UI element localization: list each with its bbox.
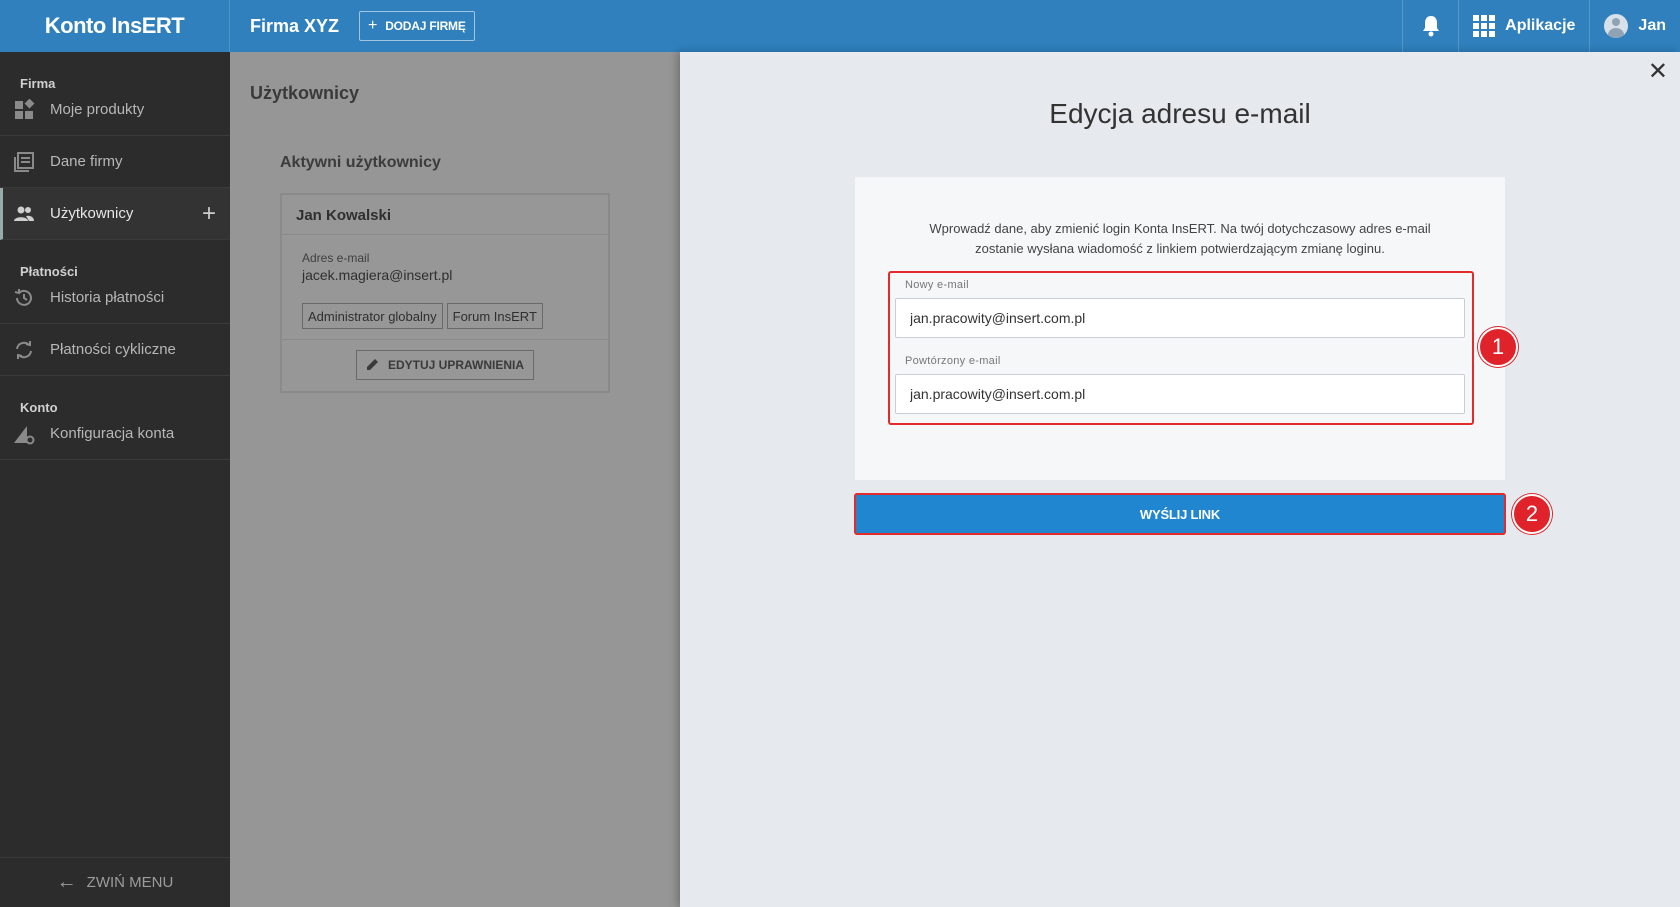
bell-icon — [1422, 16, 1439, 37]
description-line-2: zostanie wysłana wiadomość z linkiem pot… — [975, 241, 1385, 256]
add-company-button[interactable]: + DODAJ FIRMĘ — [359, 11, 475, 41]
add-user-icon[interactable]: + — [202, 200, 216, 228]
plus-icon: + — [368, 17, 378, 34]
step-badge-1: 1 — [1478, 327, 1518, 367]
collapse-menu-label: ZWIŃ MENU — [86, 874, 174, 891]
description-line-1: Wprowadź dane, aby zmienić login Konta I… — [929, 221, 1431, 236]
users-icon — [12, 202, 36, 226]
section-title: Aktywni użytkownicy — [280, 154, 441, 171]
recurring-icon — [12, 338, 36, 362]
new-email-label: Nowy e-mail — [905, 279, 969, 291]
sidebar-section-platnosci: Płatności — [20, 264, 78, 279]
sidebar-item-label: Historia płatności — [50, 289, 165, 306]
pencil-icon — [366, 357, 380, 374]
page-title: Użytkownicy — [250, 83, 360, 103]
products-icon — [12, 98, 36, 122]
edit-permissions-button[interactable]: EDYTUJ UPRAWNIENIA — [356, 350, 534, 380]
collapse-menu-button[interactable]: ← ZWIŃ MENU — [0, 857, 230, 907]
sidebar-item-uzytkownicy[interactable]: Użytkownicy + — [0, 188, 230, 240]
user-email: jacek.magiera@insert.pl — [302, 267, 453, 283]
users-page-overlay: Użytkownicy Aktywni użytkownicy Jan Kowa… — [230, 52, 680, 907]
sidebar-item-label: Moje produkty — [50, 101, 145, 118]
sidebar-item-konfiguracja-konta[interactable]: Konfiguracja konta — [0, 408, 230, 460]
sidebar-item-historia-platnosci[interactable]: Historia płatności — [0, 272, 230, 324]
user-menu-button[interactable]: Jan — [1589, 0, 1680, 52]
company-data-icon — [12, 150, 36, 174]
new-email-input[interactable] — [895, 298, 1465, 338]
role-badge: Forum InsERT — [446, 303, 543, 329]
edit-email-panel: ✕ Edycja adresu e-mail Wprowadź dane, ab… — [680, 52, 1680, 907]
user-name: Jan — [1638, 17, 1666, 34]
sidebar-section-konto: Konto — [20, 400, 58, 415]
top-right-controls: Aplikacje Jan — [1402, 0, 1680, 52]
brand-logo[interactable]: Konto InsERT — [0, 0, 230, 52]
sidebar-item-platnosci-cykliczne[interactable]: Płatności cykliczne — [0, 324, 230, 376]
user-card-name: Jan Kowalski — [282, 195, 608, 235]
edit-permissions-label: EDYTUJ UPRAWNIENIA — [387, 358, 524, 372]
step-badge-2: 2 — [1512, 494, 1552, 534]
apps-grid-icon — [1473, 15, 1496, 37]
sidebar-item-dane-firmy[interactable]: Dane firmy — [0, 136, 230, 188]
user-roles: Administrator globalny Forum InsERT — [302, 303, 608, 329]
panel-title: Edycja adresu e-mail — [1049, 98, 1311, 129]
apps-label: Aplikacje — [1505, 17, 1576, 34]
sidebar-item-label: Konfiguracja konta — [50, 425, 175, 442]
sidebar-section-firma: Firma — [20, 76, 56, 91]
user-card: Jan Kowalski Adres e-mail jacek.magiera@… — [280, 193, 610, 393]
form-description: Wprowadź dane, aby zmienić login Konta I… — [895, 219, 1465, 259]
sidebar-item-moje-produkty[interactable]: Moje produkty — [0, 84, 230, 136]
top-bar: Konto InsERT Firma XYZ + DODAJ FIRMĘ Apl… — [0, 0, 1680, 52]
sidebar-item-label: Płatności cykliczne — [50, 341, 176, 358]
company-name[interactable]: Firma XYZ — [250, 16, 339, 37]
role-badge: Administrator globalny — [302, 303, 443, 329]
notifications-button[interactable] — [1402, 0, 1458, 52]
user-email-label: Adres e-mail — [302, 251, 370, 265]
add-company-label: DODAJ FIRMĘ — [385, 19, 466, 33]
arrow-left-icon: ← — [56, 871, 77, 893]
history-icon — [12, 286, 36, 310]
avatar-icon — [1604, 14, 1629, 38]
sidebar-item-label: Dane firmy — [50, 153, 123, 170]
sidebar-item-label: Użytkownicy — [50, 205, 134, 222]
apps-button[interactable]: Aplikacje — [1458, 0, 1589, 52]
send-link-button[interactable]: WYŚLIJ LINK — [854, 493, 1506, 535]
repeat-email-label: Powtórzony e-mail — [905, 355, 1001, 367]
account-settings-icon — [12, 422, 36, 446]
close-icon[interactable]: ✕ — [1648, 60, 1668, 84]
sidebar: Firma Moje produkty Dane firmy Użytkowni… — [0, 52, 230, 907]
repeat-email-input[interactable] — [895, 374, 1465, 414]
edit-email-form: Wprowadź dane, aby zmienić login Konta I… — [855, 177, 1505, 480]
